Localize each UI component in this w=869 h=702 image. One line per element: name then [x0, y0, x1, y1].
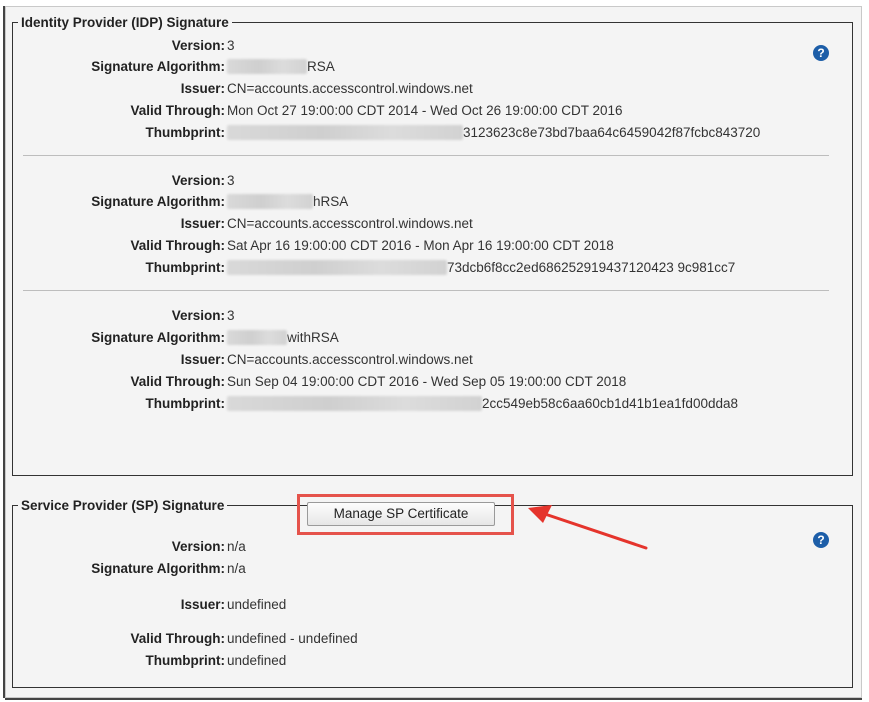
redacted-block: [227, 259, 447, 275]
valid-through-label: Valid Through:: [130, 374, 226, 389]
issuer-value: CN=accounts.accesscontrol.windows.net: [227, 352, 473, 367]
algorithm-label: Signature Algorithm:: [91, 194, 225, 209]
version-value: 3: [227, 38, 235, 53]
thumbprint-value: undefined: [227, 653, 287, 668]
valid-through-label: Valid Through:: [130, 238, 226, 253]
idp-legend: Identity Provider (IDP) Signature: [18, 14, 232, 31]
valid-through-value: Sun Sep 04 19:00:00 CDT 2016 - Wed Sep 0…: [227, 374, 627, 389]
valid-through-value: Mon Oct 27 19:00:00 CDT 2014 - Wed Oct 2…: [227, 103, 623, 118]
thumbprint-value: 2cc549eb58c6aa60cb1d41b1ea1fd00dda8: [227, 395, 738, 413]
redacted-block: [227, 58, 307, 74]
redacted-block: [227, 395, 482, 411]
issuer-label: Issuer:: [180, 81, 225, 96]
version-value: n/a: [227, 539, 246, 554]
thumbprint-label: Thumbprint:: [145, 653, 225, 668]
thumbprint-label: Thumbprint:: [145, 396, 225, 411]
redacted-block: [227, 329, 287, 345]
version-label: Version:: [171, 308, 225, 323]
highlight-box: Manage SP Certificate: [297, 494, 514, 535]
version-value: 3: [227, 308, 235, 323]
redacted-block: [227, 124, 463, 140]
issuer-label: Issuer:: [180, 597, 225, 612]
algorithm-label: Signature Algorithm:: [91, 561, 225, 576]
version-value: 3: [227, 173, 235, 188]
sp-legend: Service Provider (SP) Signature: [18, 497, 228, 514]
redacted-block: [227, 193, 313, 209]
cert-divider: [23, 290, 829, 291]
algorithm-label: Signature Algorithm:: [91, 59, 225, 74]
issuer-value: undefined: [227, 597, 287, 612]
issuer-label: Issuer:: [180, 216, 225, 231]
algorithm-value: hRSA: [227, 193, 348, 211]
valid-through-value: Sat Apr 16 19:00:00 CDT 2016 - Mon Apr 1…: [227, 238, 614, 253]
issuer-label: Issuer:: [180, 352, 225, 367]
thumbprint-label: Thumbprint:: [145, 125, 225, 140]
valid-through-label: Valid Through:: [130, 103, 226, 118]
version-label: Version:: [171, 539, 225, 554]
idp-signature-fieldset: Identity Provider (IDP) Signature ? Vers…: [12, 14, 853, 476]
algorithm-label: Signature Algorithm:: [91, 330, 225, 345]
version-label: Version:: [171, 173, 225, 188]
thumbprint-value: 3123623c8e73bd7baa64c6459042f87fcbc84372…: [227, 124, 760, 142]
issuer-value: CN=accounts.accesscontrol.windows.net: [227, 216, 473, 231]
annotation-arrow: [528, 505, 648, 550]
valid-through-value: undefined - undefined: [227, 631, 358, 646]
algorithm-value: n/a: [227, 561, 246, 576]
algorithm-value: withRSA: [227, 329, 339, 347]
version-label: Version:: [171, 38, 225, 53]
thumbprint-value: 73dcb6f8cc2ed686252919437120423 9c981cc7: [227, 259, 735, 277]
manage-sp-certificate-button[interactable]: Manage SP Certificate: [307, 502, 495, 526]
signature-panel: Identity Provider (IDP) Signature ? Vers…: [5, 6, 862, 698]
cert-divider: [23, 155, 829, 156]
issuer-value: CN=accounts.accesscontrol.windows.net: [227, 81, 473, 96]
thumbprint-label: Thumbprint:: [145, 260, 225, 275]
algorithm-value: RSA: [227, 58, 335, 76]
valid-through-label: Valid Through:: [130, 631, 226, 646]
